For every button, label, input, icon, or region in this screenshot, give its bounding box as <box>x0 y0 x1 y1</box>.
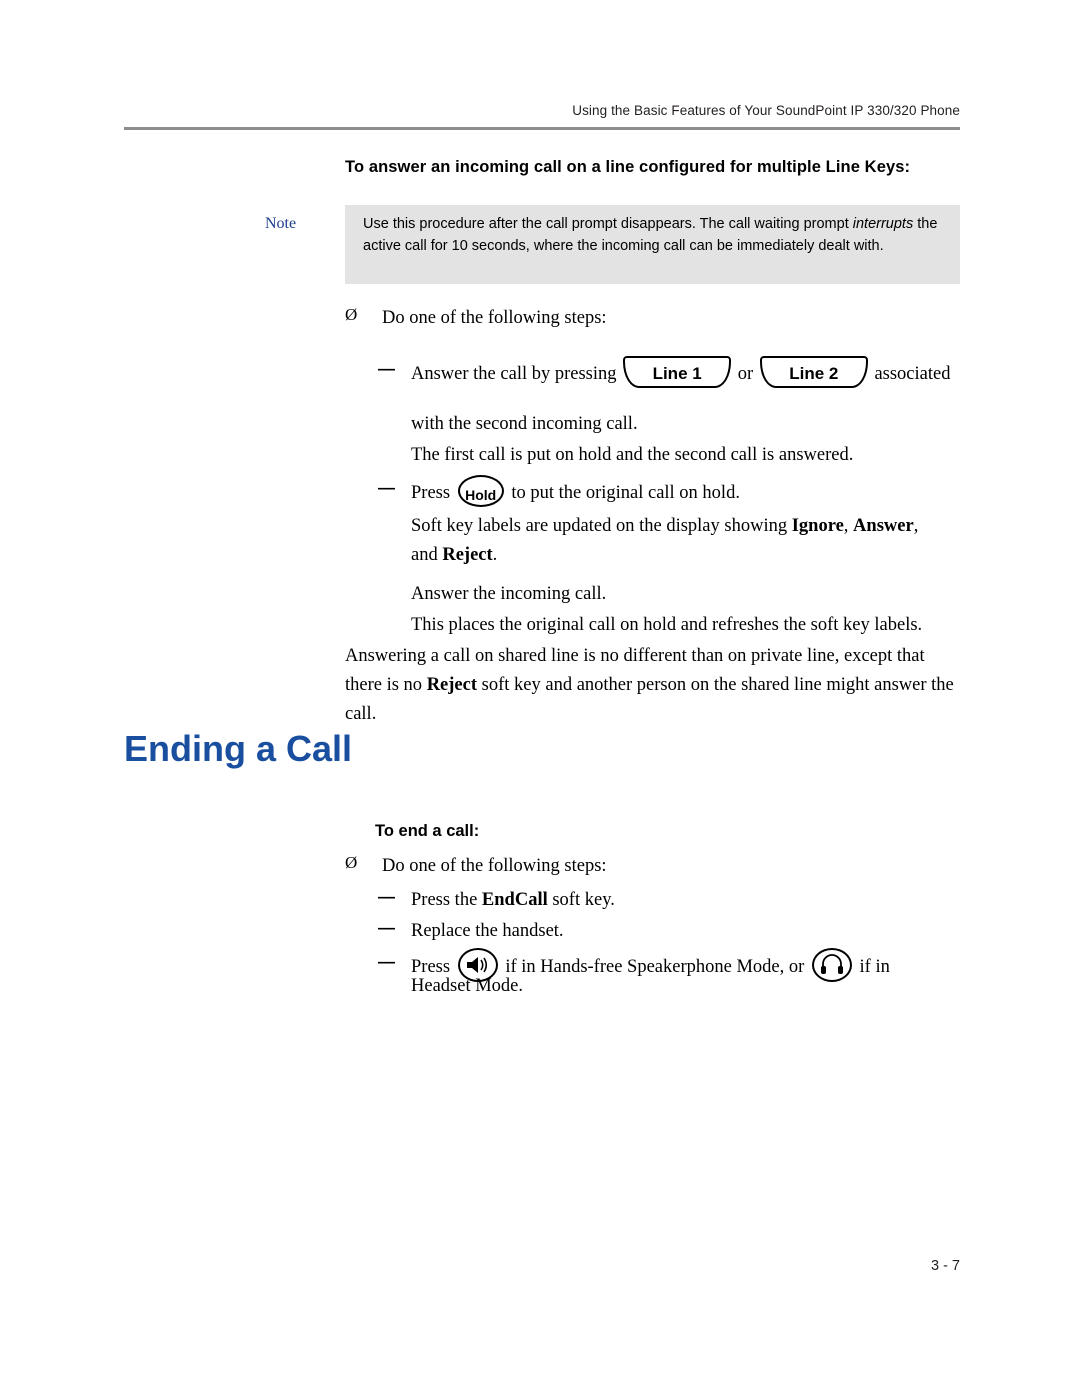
section-heading-to-end-a-call: To end a call: <box>375 822 480 840</box>
hold-key-icon: Hold <box>457 475 504 507</box>
line-2-key-icon: Line 2 <box>759 356 868 388</box>
section-heading-multiple-line-keys: To answer an incoming call on a line con… <box>345 158 911 176</box>
step-intro-text: Do one of the following steps: <box>382 308 607 328</box>
step2-post-text: to put the original call on hold. <box>511 483 740 503</box>
end-call-item-3-line2: Headset Mode. <box>411 976 523 996</box>
note-text-italic: interrupts <box>852 216 914 232</box>
page-number: 3 - 7 <box>930 1258 960 1274</box>
line-2-key-label: Line 2 <box>789 364 839 383</box>
step2-pre-text: Press <box>411 483 451 503</box>
dash-icon-3: — <box>378 887 395 906</box>
softkey-comma: , <box>843 516 854 536</box>
step2-answer-line: Answer the incoming call. <box>411 584 607 604</box>
bullet-arrow-icon: Ø <box>345 305 358 324</box>
item1-post: soft key. <box>547 890 615 910</box>
step1-result: The first call is put on hold and the se… <box>411 445 854 465</box>
running-header: Using the Basic Features of Your SoundPo… <box>572 103 960 118</box>
step1-pre-text: Answer the call by pressing <box>411 364 617 384</box>
end-call-step-intro: Do one of the following steps: <box>382 856 607 876</box>
shared-line-paragraph: Answering a call on shared line is no di… <box>345 642 965 729</box>
step2-result-line2: and Reject. <box>411 541 971 570</box>
softkey-result-b: , <box>913 516 919 536</box>
hold-key-label: Hold <box>465 487 497 503</box>
dash-icon-2: — <box>378 478 395 497</box>
step1-post-text: associated <box>874 364 951 384</box>
dash-icon: — <box>378 359 395 378</box>
step-press-hold: Press Hold to put the original call on h… <box>411 475 971 508</box>
note-text-part1: Use this procedure after the call prompt… <box>363 216 853 232</box>
step1-line2: with the second incoming call. <box>411 414 638 434</box>
page-title-ending-a-call: Ending a Call <box>124 728 353 769</box>
softkey-answer: Answer <box>853 516 914 536</box>
step2-places-line: This places the original call on hold an… <box>411 615 923 635</box>
line-1-key-label: Line 1 <box>652 364 702 383</box>
step1-or-text: or <box>737 364 754 384</box>
dash-icon-4: — <box>378 918 395 937</box>
end-call-item-1: Press the EndCall soft key. <box>411 886 971 915</box>
softkey-ignore: Ignore <box>791 516 844 536</box>
end-call-item-2: Replace the handset. <box>411 921 564 941</box>
document-page: Using the Basic Features of Your SoundPo… <box>0 0 1080 1397</box>
step-answer-call: Answer the call by pressing Line 1 or Li… <box>411 356 971 389</box>
softkey-reject: Reject <box>442 545 493 565</box>
header-rule <box>124 127 960 130</box>
note-label: Note <box>265 215 297 232</box>
dash-icon-5: — <box>378 952 395 971</box>
item1-pre: Press the <box>411 890 482 910</box>
paragraph-reject: Reject <box>426 675 478 695</box>
line-1-key-icon: Line 1 <box>623 356 732 388</box>
note-text: Use this procedure after the call prompt… <box>363 213 943 257</box>
softkey-result-c: and <box>411 545 443 565</box>
item1-endcall-bold: EndCall <box>481 890 548 910</box>
bullet-arrow-icon-2: Ø <box>345 853 358 872</box>
step2-result-line1: Soft key labels are updated on the displ… <box>411 512 971 541</box>
softkey-result-d: . <box>492 545 498 565</box>
softkey-result-a: Soft key labels are updated on the displ… <box>411 516 792 536</box>
